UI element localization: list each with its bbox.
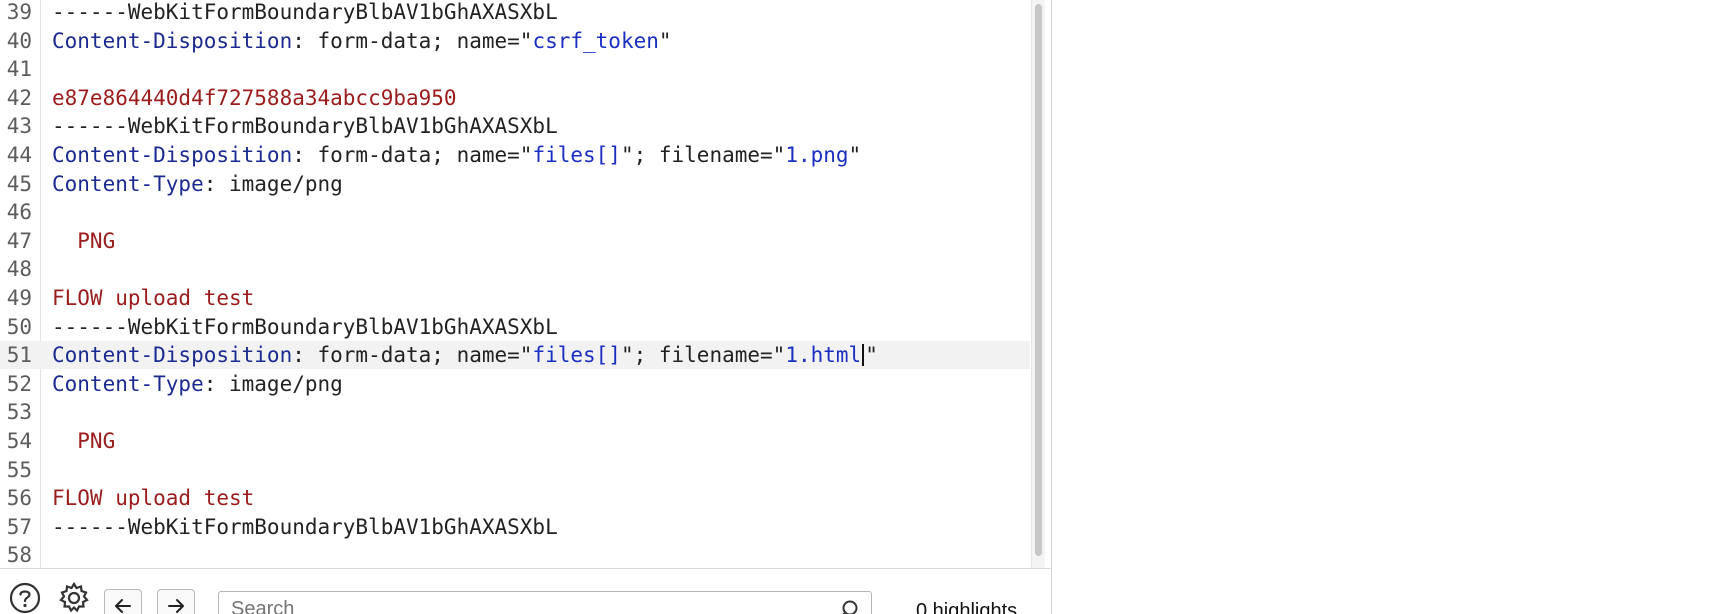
line-number: 57 (6, 514, 32, 539)
response-panel (1058, 0, 1728, 614)
token-red: e87e864440d4f727588a34abcc9ba950 (52, 85, 457, 110)
code-line[interactable]: 45 Content-Type: image/png (0, 170, 1030, 198)
next-match-button[interactable] (157, 589, 195, 614)
code-line[interactable]: 48 (0, 255, 1030, 283)
code-line[interactable]: 50 ------WebKitFormBoundaryBlbAV1bGhAXASX… (0, 313, 1030, 341)
token-plain: " (658, 28, 672, 53)
line-number: 45 (6, 171, 32, 196)
token-key: Content-Type (52, 371, 204, 396)
line-number: 56 (6, 486, 32, 511)
code-line[interactable]: 42 e87e864440d4f727588a34abcc9ba950 (0, 84, 1030, 112)
search-toolbar: 0 highlights (0, 568, 1051, 614)
line-number: 40 (6, 28, 32, 53)
token-plain: : image/png (203, 371, 343, 396)
line-number: 52 (6, 371, 32, 396)
code-line[interactable]: 51 Content-Disposition: form-data; name="… (0, 341, 1030, 370)
highlights-count: 0 highlights (916, 600, 1018, 614)
token-val: files[] (532, 343, 621, 368)
code-line[interactable]: 40 Content-Disposition: form-data; name="… (0, 27, 1030, 55)
token-key: Content-Disposition (52, 143, 293, 167)
token-red: FLOW upload test (52, 486, 255, 511)
line-number: 53 (6, 400, 32, 425)
token-plain: : form-data; name=" (292, 28, 533, 53)
line-text: FLOW upload test (52, 284, 254, 312)
line-number: 46 (6, 200, 32, 225)
token-val: 1.html (785, 343, 862, 368)
line-number: 55 (6, 457, 32, 482)
search-icon[interactable] (837, 599, 859, 614)
request-editor-window: 39 ------WebKitFormBoundaryBlbAV1bGhAXASX… (0, 0, 1728, 614)
token-val: 1.png (785, 143, 849, 167)
code-line[interactable]: 41 (0, 55, 1030, 83)
text-caret (862, 344, 865, 367)
token-red: PNG (52, 429, 116, 453)
line-text: Content-Type: image/png (52, 170, 343, 198)
code-line[interactable]: 57 ------WebKitFormBoundaryBlbAV1bGhAXASX… (0, 513, 1030, 541)
token-key: Content-Disposition (52, 28, 293, 53)
line-number: 44 (6, 143, 32, 167)
line-number: 58 (6, 543, 32, 568)
token-red: PNG (52, 228, 116, 253)
line-number: 49 (6, 286, 32, 310)
line-text: ------WebKitFormBoundaryBlbAV1bGhAXASXbL (52, 0, 558, 26)
line-number: 47 (6, 228, 32, 253)
line-number: 42 (6, 85, 32, 110)
line-text: PNG (52, 427, 115, 455)
token-plain: : form-data; name=" (292, 143, 533, 167)
line-text: Content-Type: image/png (52, 370, 343, 398)
token-plain: ------WebKitFormBoundaryBlbAV1bGhAXASXbL (52, 0, 558, 24)
scrollbar-thumb[interactable] (1035, 4, 1042, 556)
search-field[interactable] (218, 591, 872, 614)
code-line[interactable]: 54 PNG (0, 427, 1030, 455)
token-plain: "; filename=" (620, 143, 786, 167)
token-plain: ------WebKitFormBoundaryBlbAV1bGhAXASXbL (52, 114, 558, 139)
request-editor-panel: 39 ------WebKitFormBoundaryBlbAV1bGhAXASX… (0, 0, 1052, 614)
code-line[interactable]: 56 FLOW upload test (0, 484, 1030, 512)
line-number: 39 (6, 0, 32, 24)
token-plain: ------WebKitFormBoundaryBlbAV1bGhAXASXbL (52, 514, 558, 539)
code-line[interactable]: 43 ------WebKitFormBoundaryBlbAV1bGhAXASX… (0, 112, 1030, 140)
token-red: FLOW upload test (52, 286, 255, 310)
line-text: FLOW upload test (52, 484, 254, 512)
gear-icon[interactable] (57, 581, 91, 614)
code-line[interactable]: 58 (0, 541, 1030, 568)
token-plain: : image/png (203, 171, 343, 196)
vertical-scrollbar[interactable] (1031, 0, 1045, 568)
search-input[interactable] (231, 598, 821, 614)
line-number: 48 (6, 257, 32, 282)
line-number: 54 (6, 429, 32, 453)
line-number: 41 (6, 57, 32, 82)
token-plain: : form-data; name=" (292, 343, 533, 368)
code-editor[interactable]: 39 ------WebKitFormBoundaryBlbAV1bGhAXASX… (0, 0, 1030, 568)
token-key: Content-Type (52, 171, 204, 196)
token-plain: ------WebKitFormBoundaryBlbAV1bGhAXASXbL (52, 314, 558, 339)
line-text: Content-Disposition: form-data; name="cs… (52, 27, 672, 55)
line-text: e87e864440d4f727588a34abcc9ba950 (52, 84, 457, 112)
line-number: 43 (6, 114, 32, 139)
token-val: csrf_token (532, 28, 659, 53)
line-text: Content-Disposition: form-data; name="fi… (52, 341, 878, 369)
token-val: files[] (532, 143, 621, 167)
code-line[interactable]: 46 (0, 198, 1030, 226)
line-text: PNG (52, 227, 115, 255)
line-number: 51 (6, 343, 32, 368)
code-line[interactable]: 39 ------WebKitFormBoundaryBlbAV1bGhAXASX… (0, 0, 1030, 26)
code-line[interactable]: 52 Content-Type: image/png (0, 370, 1030, 398)
code-line[interactable]: 44 Content-Disposition: form-data; name="… (0, 141, 1030, 169)
line-text: ------WebKitFormBoundaryBlbAV1bGhAXASXbL (52, 112, 558, 140)
token-plain: "; filename=" (620, 343, 786, 368)
line-number: 50 (6, 314, 32, 339)
token-key: Content-Disposition (52, 343, 293, 368)
code-line[interactable]: 49 FLOW upload test (0, 284, 1030, 312)
line-text: ------WebKitFormBoundaryBlbAV1bGhAXASXbL (52, 513, 558, 541)
token-plain: " (865, 343, 878, 368)
help-circle-icon[interactable] (8, 581, 42, 614)
token-plain: " (848, 143, 862, 167)
line-text: ------WebKitFormBoundaryBlbAV1bGhAXASXbL (52, 313, 558, 341)
previous-match-button[interactable] (104, 589, 142, 614)
code-line[interactable]: 47 PNG (0, 227, 1030, 255)
code-line[interactable]: 53 (0, 398, 1030, 426)
line-text: Content-Disposition: form-data; name="fi… (52, 141, 861, 169)
code-line[interactable]: 55 (0, 456, 1030, 484)
